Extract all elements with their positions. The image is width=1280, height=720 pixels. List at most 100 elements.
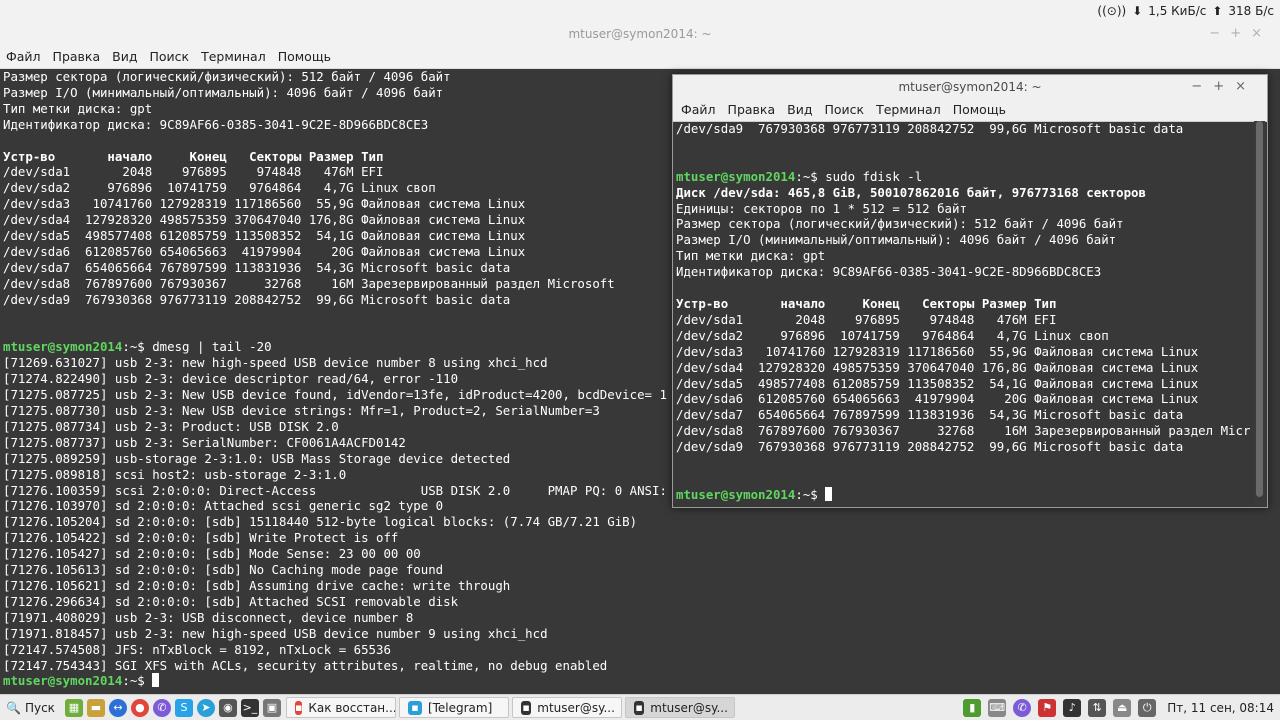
dmesg-line: [72147.574508] JFS: nTxBlock = 8192, nTx… (3, 641, 391, 657)
viber-tray-icon[interactable]: ✆ (1013, 698, 1032, 717)
prompt-user: mtuser@symon2014 (676, 168, 796, 184)
dmesg-line: [71276.105621] sd 2:0:0:0: [sdb] Assumin… (3, 578, 511, 593)
flag-icon[interactable]: ⚑ (1038, 698, 1057, 717)
download-speed: 1,5 КиБ/с (1148, 4, 1207, 18)
output-line: Единицы: секторов по 1 * 512 = 512 байт (676, 200, 967, 216)
clock[interactable]: Пт, 11 сен, 08:14 (1167, 701, 1274, 715)
scrollbar-thumb[interactable] (1256, 121, 1263, 497)
maximize-icon[interactable]: + (1230, 26, 1251, 41)
telegram-icon: ▪ (407, 700, 422, 715)
terminal-window-fdisk[interactable]: mtuser@symon2014: ~ −+× Файл Правка Вид Пои… (672, 74, 1268, 508)
output-line: Тип метки диска: gpt (676, 248, 826, 264)
partition-row: /dev/sda1 2048 976895 974848 476M EFI (676, 311, 1057, 327)
menu-item[interactable]: Вид (781, 102, 818, 117)
minimize-icon[interactable]: − (1209, 26, 1230, 41)
window-title: mtuser@symon2014: ~ (898, 80, 1042, 94)
volume-icon[interactable]: ♪ (1063, 698, 1082, 717)
prompt-command: :~$ (795, 486, 818, 502)
prompt-user: mtuser@symon2014 (3, 673, 123, 689)
menu-item[interactable]: Правка (722, 102, 782, 117)
window-controls[interactable]: −+× (1209, 26, 1272, 41)
folder-icon[interactable]: ▬ (86, 698, 105, 717)
scrollbar[interactable] (1254, 121, 1265, 505)
terminal-output[interactable]: /dev/sda9 767930368 976773119 208842752 … (676, 121, 1251, 505)
close-icon[interactable]: × (1235, 79, 1257, 94)
partition-row: /dev/sda7 654065664 767897599 113831936 … (676, 407, 1184, 423)
taskbar-task[interactable]: ▪ Как восстан... (285, 697, 396, 718)
active-prompt: mtuser@symon2014:~$ (676, 486, 1251, 503)
partition-row: /dev/sda3 10741760 127928319 117186560 5… (676, 343, 1199, 359)
partition-row: /dev/sda8 767897600 767930367 32768 16M … (676, 423, 1251, 439)
task-list: ▪ Как восстан... ▪ [Telegram] ▪ mtuser@sy... ▪… (283, 697, 735, 718)
cursor (152, 673, 160, 688)
prompt-user: mtuser@symon2014 (3, 339, 123, 355)
chrome-icon[interactable]: ● (130, 698, 149, 717)
prompt-user: mtuser@symon2014 (676, 486, 796, 502)
menu-item[interactable]: Файл (0, 49, 47, 64)
download-arrow-icon: ⬇ (1132, 4, 1143, 18)
teamviewer-icon[interactable]: ↔ (108, 698, 127, 717)
prompt-command: :~$ sudo fdisk -l (795, 168, 923, 184)
minimize-icon[interactable]: − (1191, 79, 1213, 94)
battery-icon[interactable]: ▮ (963, 698, 982, 717)
usb-icon[interactable]: ⏏ (1113, 698, 1132, 717)
terminal-icon: ▪ (633, 700, 645, 715)
window-icon[interactable]: ▣ (262, 698, 281, 717)
skype-icon[interactable]: S (174, 698, 193, 717)
search-icon: 🔍 (6, 700, 21, 715)
power-icon[interactable]: ⏻ (1138, 698, 1157, 717)
close-icon[interactable]: × (1251, 26, 1272, 41)
disk-line: Диск /dev/sda: 465,8 GiB, 500107862016 б… (676, 184, 1146, 200)
task-label: mtuser@sy... (537, 700, 615, 715)
menu-item[interactable]: Помощь (272, 49, 337, 64)
dmesg-line: [71276.105204] sd 2:0:0:0: [sdb] 1511844… (3, 514, 638, 530)
menu-item[interactable]: Терминал (870, 102, 947, 117)
window-controls[interactable]: −+× (1191, 79, 1257, 94)
dmesg-line: [71276.105613] sd 2:0:0:0: [sdb] No Cach… (3, 562, 444, 578)
taskbar-task[interactable]: ▪ mtuser@sy... (624, 697, 735, 718)
telegram-icon[interactable]: ➤ (196, 698, 215, 717)
terminal-icon[interactable]: >_ (240, 698, 259, 717)
menu-items: Файл Правка Вид Поиск Терминал Помощь (675, 102, 1012, 117)
taskbar-task[interactable]: ▪ mtuser@sy... (511, 697, 622, 718)
dmesg-line: [71276.105422] sd 2:0:0:0: [sdb] Write P… (3, 530, 399, 546)
window-titlebar[interactable]: mtuser@symon2014: ~ −+× (673, 75, 1267, 99)
keyboard-icon[interactable]: ⌨ (988, 698, 1007, 717)
window-title: mtuser@symon2014: ~ (568, 27, 712, 41)
menu-bar: Файл Правка Вид Поиск Терминал Помощь (673, 99, 1267, 122)
dmesg-line: [71276.296634] sd 2:0:0:0: [sdb] Attache… (3, 593, 459, 609)
network-status[interactable]: ((⊙)) ⬇ 1,5 КиБ/с ⬆ 318 Б/с (1097, 4, 1274, 18)
window-titlebar[interactable]: mtuser@symon2014: ~ −+× (0, 24, 1280, 46)
menu-item[interactable]: Файл (675, 102, 722, 117)
system-tray: ▮ ⌨ ✆ ⚑ ♪ ⇅ ⏏ ⏻ Пт, 11 сен, 08:14 (961, 698, 1280, 717)
menu-item[interactable]: Терминал (195, 49, 272, 64)
menu-item[interactable]: Поиск (818, 102, 870, 117)
maximize-icon[interactable]: + (1213, 79, 1235, 94)
partition-row: /dev/sda4 127928320 498575359 370647040 … (676, 359, 1199, 375)
menu-item[interactable]: Вид (106, 49, 143, 64)
taskbar-task[interactable]: ▪ [Telegram] (398, 697, 509, 718)
output-line: Идентификатор диска: 9C89AF66-0385-3041-… (676, 264, 1102, 280)
start-button[interactable]: 🔍 Пуск (0, 701, 63, 715)
viber-icon[interactable]: ✆ (152, 698, 171, 717)
camera-icon[interactable]: ◉ (218, 698, 237, 717)
upload-speed: 318 Б/с (1228, 4, 1274, 18)
menu-item[interactable]: Поиск (143, 49, 195, 64)
files-icon[interactable]: ▦ (64, 698, 83, 717)
partition-row: /dev/sda5 498577408 612085759 113508352 … (676, 375, 1199, 391)
network-icon: ((⊙)) (1097, 4, 1127, 18)
network-tray-icon[interactable]: ⇅ (1088, 698, 1107, 717)
menu-item[interactable]: Правка (47, 49, 107, 64)
task-label: Как восстан... (308, 700, 396, 715)
prompt-command: :~$ dmesg | tail -20 (122, 339, 272, 355)
dmesg-line: [71276.105427] sd 2:0:0:0: [sdb] Mode Se… (3, 546, 421, 562)
partition-row: /dev/sda9 767930368 976773119 208842752 … (676, 439, 1184, 455)
dmesg-line: [72147.754343] SGI XFS with ACLs, securi… (3, 657, 608, 673)
menu-item[interactable]: Помощь (947, 102, 1012, 117)
